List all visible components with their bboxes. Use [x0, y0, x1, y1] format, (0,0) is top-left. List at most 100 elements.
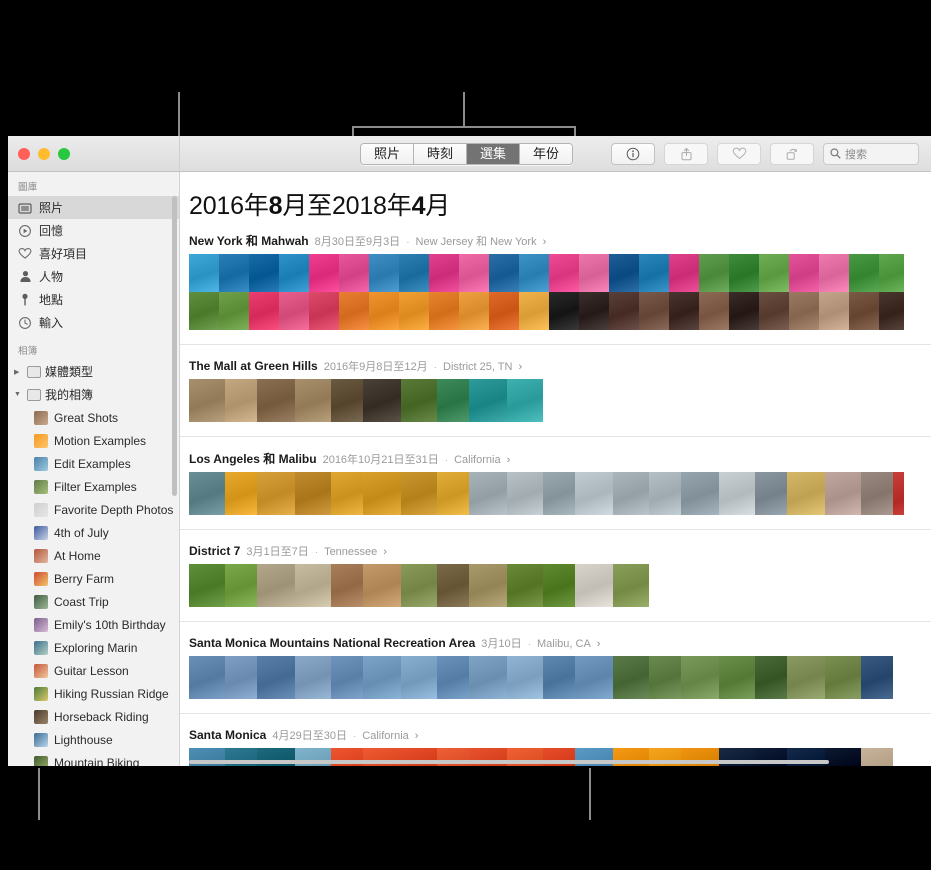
photo-thumbnail[interactable] — [437, 564, 469, 607]
photo-thumbnail[interactable] — [363, 379, 401, 422]
photo-thumbnail[interactable] — [257, 472, 295, 515]
photo-thumbnail[interactable] — [699, 292, 729, 330]
photo-thumbnail[interactable] — [861, 748, 893, 766]
photo-thumbnail[interactable] — [609, 254, 639, 292]
sidebar-album-item[interactable]: Great Shots — [8, 406, 179, 429]
photo-thumbnail[interactable] — [225, 379, 257, 422]
photo-thumbnail[interactable] — [789, 254, 819, 292]
photo-thumbnail[interactable] — [729, 292, 759, 330]
photo-thumbnail[interactable] — [459, 254, 489, 292]
photo-thumbnail[interactable] — [849, 254, 879, 292]
photo-thumbnail[interactable] — [437, 656, 469, 699]
close-button[interactable] — [18, 147, 30, 160]
section-header[interactable]: New York 和 Mahwah 8月30日至9月3日 · New Jersey 和… — [180, 232, 931, 254]
photo-thumbnail[interactable] — [649, 656, 681, 699]
photo-thumbnail[interactable] — [579, 254, 609, 292]
sidebar-item-favorites[interactable]: 喜好項目 — [8, 242, 179, 265]
photo-thumbnail[interactable] — [225, 564, 257, 607]
info-button[interactable] — [611, 142, 655, 165]
photo-thumbnail[interactable] — [189, 472, 225, 515]
photo-thumbnail[interactable] — [787, 656, 825, 699]
photo-thumbnail[interactable] — [669, 292, 699, 330]
photo-thumbnail[interactable] — [755, 472, 787, 515]
photo-thumbnail[interactable] — [363, 656, 401, 699]
photo-thumbnail[interactable] — [639, 292, 669, 330]
sidebar-group-my-albums[interactable]: ▼ 我的相簿 — [8, 383, 179, 406]
photo-thumbnail[interactable] — [469, 564, 507, 607]
photo-thumbnail[interactable] — [575, 472, 613, 515]
photo-thumbnail[interactable] — [669, 254, 699, 292]
photo-thumbnail[interactable] — [401, 379, 437, 422]
photo-thumbnail[interactable] — [507, 472, 543, 515]
photo-thumbnail[interactable] — [825, 748, 861, 766]
chevron-right-icon[interactable]: › — [518, 361, 522, 373]
photo-thumbnail[interactable] — [649, 472, 681, 515]
photo-thumbnail[interactable] — [363, 472, 401, 515]
photo-thumbnail[interactable] — [189, 379, 225, 422]
photo-thumbnail[interactable] — [401, 564, 437, 607]
photo-thumbnail[interactable] — [519, 254, 549, 292]
photo-thumbnail[interactable] — [399, 254, 429, 292]
sidebar-album-item[interactable]: Exploring Marin — [8, 636, 179, 659]
photo-thumbnail[interactable] — [543, 472, 575, 515]
photo-thumbnail[interactable] — [579, 292, 609, 330]
sidebar-album-item[interactable]: Emily's 10th Birthday — [8, 613, 179, 636]
sidebar-album-item[interactable]: Mountain Biking — [8, 751, 179, 766]
photo-thumbnail[interactable] — [507, 656, 543, 699]
photo-thumbnail[interactable] — [249, 254, 279, 292]
photo-thumbnail[interactable] — [861, 656, 893, 699]
photo-thumbnail[interactable] — [189, 254, 219, 292]
photo-thumbnail[interactable] — [469, 379, 507, 422]
chevron-right-icon[interactable]: › — [383, 546, 387, 558]
photo-thumbnail[interactable] — [787, 472, 825, 515]
photo-thumbnail[interactable] — [759, 292, 789, 330]
sidebar-item-memories[interactable]: 回憶 — [8, 219, 179, 242]
tab-moments[interactable]: 時刻 — [414, 143, 468, 164]
tab-collections[interactable]: 選集 — [467, 143, 521, 164]
photo-thumbnail[interactable] — [549, 292, 579, 330]
photo-strip[interactable] — [189, 254, 904, 292]
photo-thumbnail[interactable] — [699, 254, 729, 292]
photo-thumbnail[interactable] — [429, 292, 459, 330]
photo-thumbnail[interactable] — [755, 656, 787, 699]
sidebar-album-item[interactable]: Coast Trip — [8, 590, 179, 613]
content-scrollbar[interactable] — [189, 760, 829, 764]
section-header[interactable]: Santa Monica 4月29日至30日 · California › — [180, 727, 931, 748]
photo-thumbnail[interactable] — [429, 254, 459, 292]
photo-thumbnail[interactable] — [879, 292, 904, 330]
photo-thumbnail[interactable] — [681, 472, 719, 515]
chevron-right-icon[interactable]: › — [415, 730, 419, 742]
minimize-button[interactable] — [38, 147, 50, 160]
photo-thumbnail[interactable] — [279, 292, 309, 330]
photo-thumbnail[interactable] — [369, 254, 399, 292]
section-header[interactable]: The Mall at Green Hills 2016年9月8日至12月 · Dis… — [180, 358, 931, 379]
photo-thumbnail[interactable] — [331, 564, 363, 607]
photo-thumbnail[interactable] — [189, 564, 225, 607]
photo-thumbnail[interactable] — [279, 254, 309, 292]
section-header[interactable]: Los Angeles 和 Malibu 2016年10月21日至31日 · Cali… — [180, 450, 931, 472]
sidebar-album-item[interactable]: Guitar Lesson — [8, 659, 179, 682]
sidebar-album-item[interactable]: Filter Examples — [8, 475, 179, 498]
photo-thumbnail[interactable] — [309, 292, 339, 330]
photo-thumbnail[interactable] — [575, 656, 613, 699]
photo-thumbnail[interactable] — [189, 292, 219, 330]
photo-strip[interactable] — [189, 292, 904, 330]
photo-thumbnail[interactable] — [549, 254, 579, 292]
photo-thumbnail[interactable] — [543, 564, 575, 607]
photo-thumbnail[interactable] — [519, 292, 549, 330]
photo-thumbnail[interactable] — [339, 254, 369, 292]
rotate-button[interactable] — [770, 142, 814, 165]
photo-strip[interactable] — [189, 379, 543, 422]
window-controls[interactable] — [18, 147, 70, 160]
photo-thumbnail[interactable] — [719, 656, 755, 699]
photo-thumbnail[interactable] — [219, 254, 249, 292]
photo-thumbnail[interactable] — [719, 472, 755, 515]
chevron-right-icon[interactable]: ▶ — [14, 368, 23, 376]
sidebar-item-people[interactable]: 人物 — [8, 265, 179, 288]
chevron-right-icon[interactable]: › — [507, 454, 511, 466]
photo-thumbnail[interactable] — [507, 564, 543, 607]
photo-thumbnail[interactable] — [469, 656, 507, 699]
photo-strip[interactable] — [189, 656, 893, 699]
photo-thumbnail[interactable] — [399, 292, 429, 330]
sidebar-item-import[interactable]: 輸入 — [8, 311, 179, 334]
